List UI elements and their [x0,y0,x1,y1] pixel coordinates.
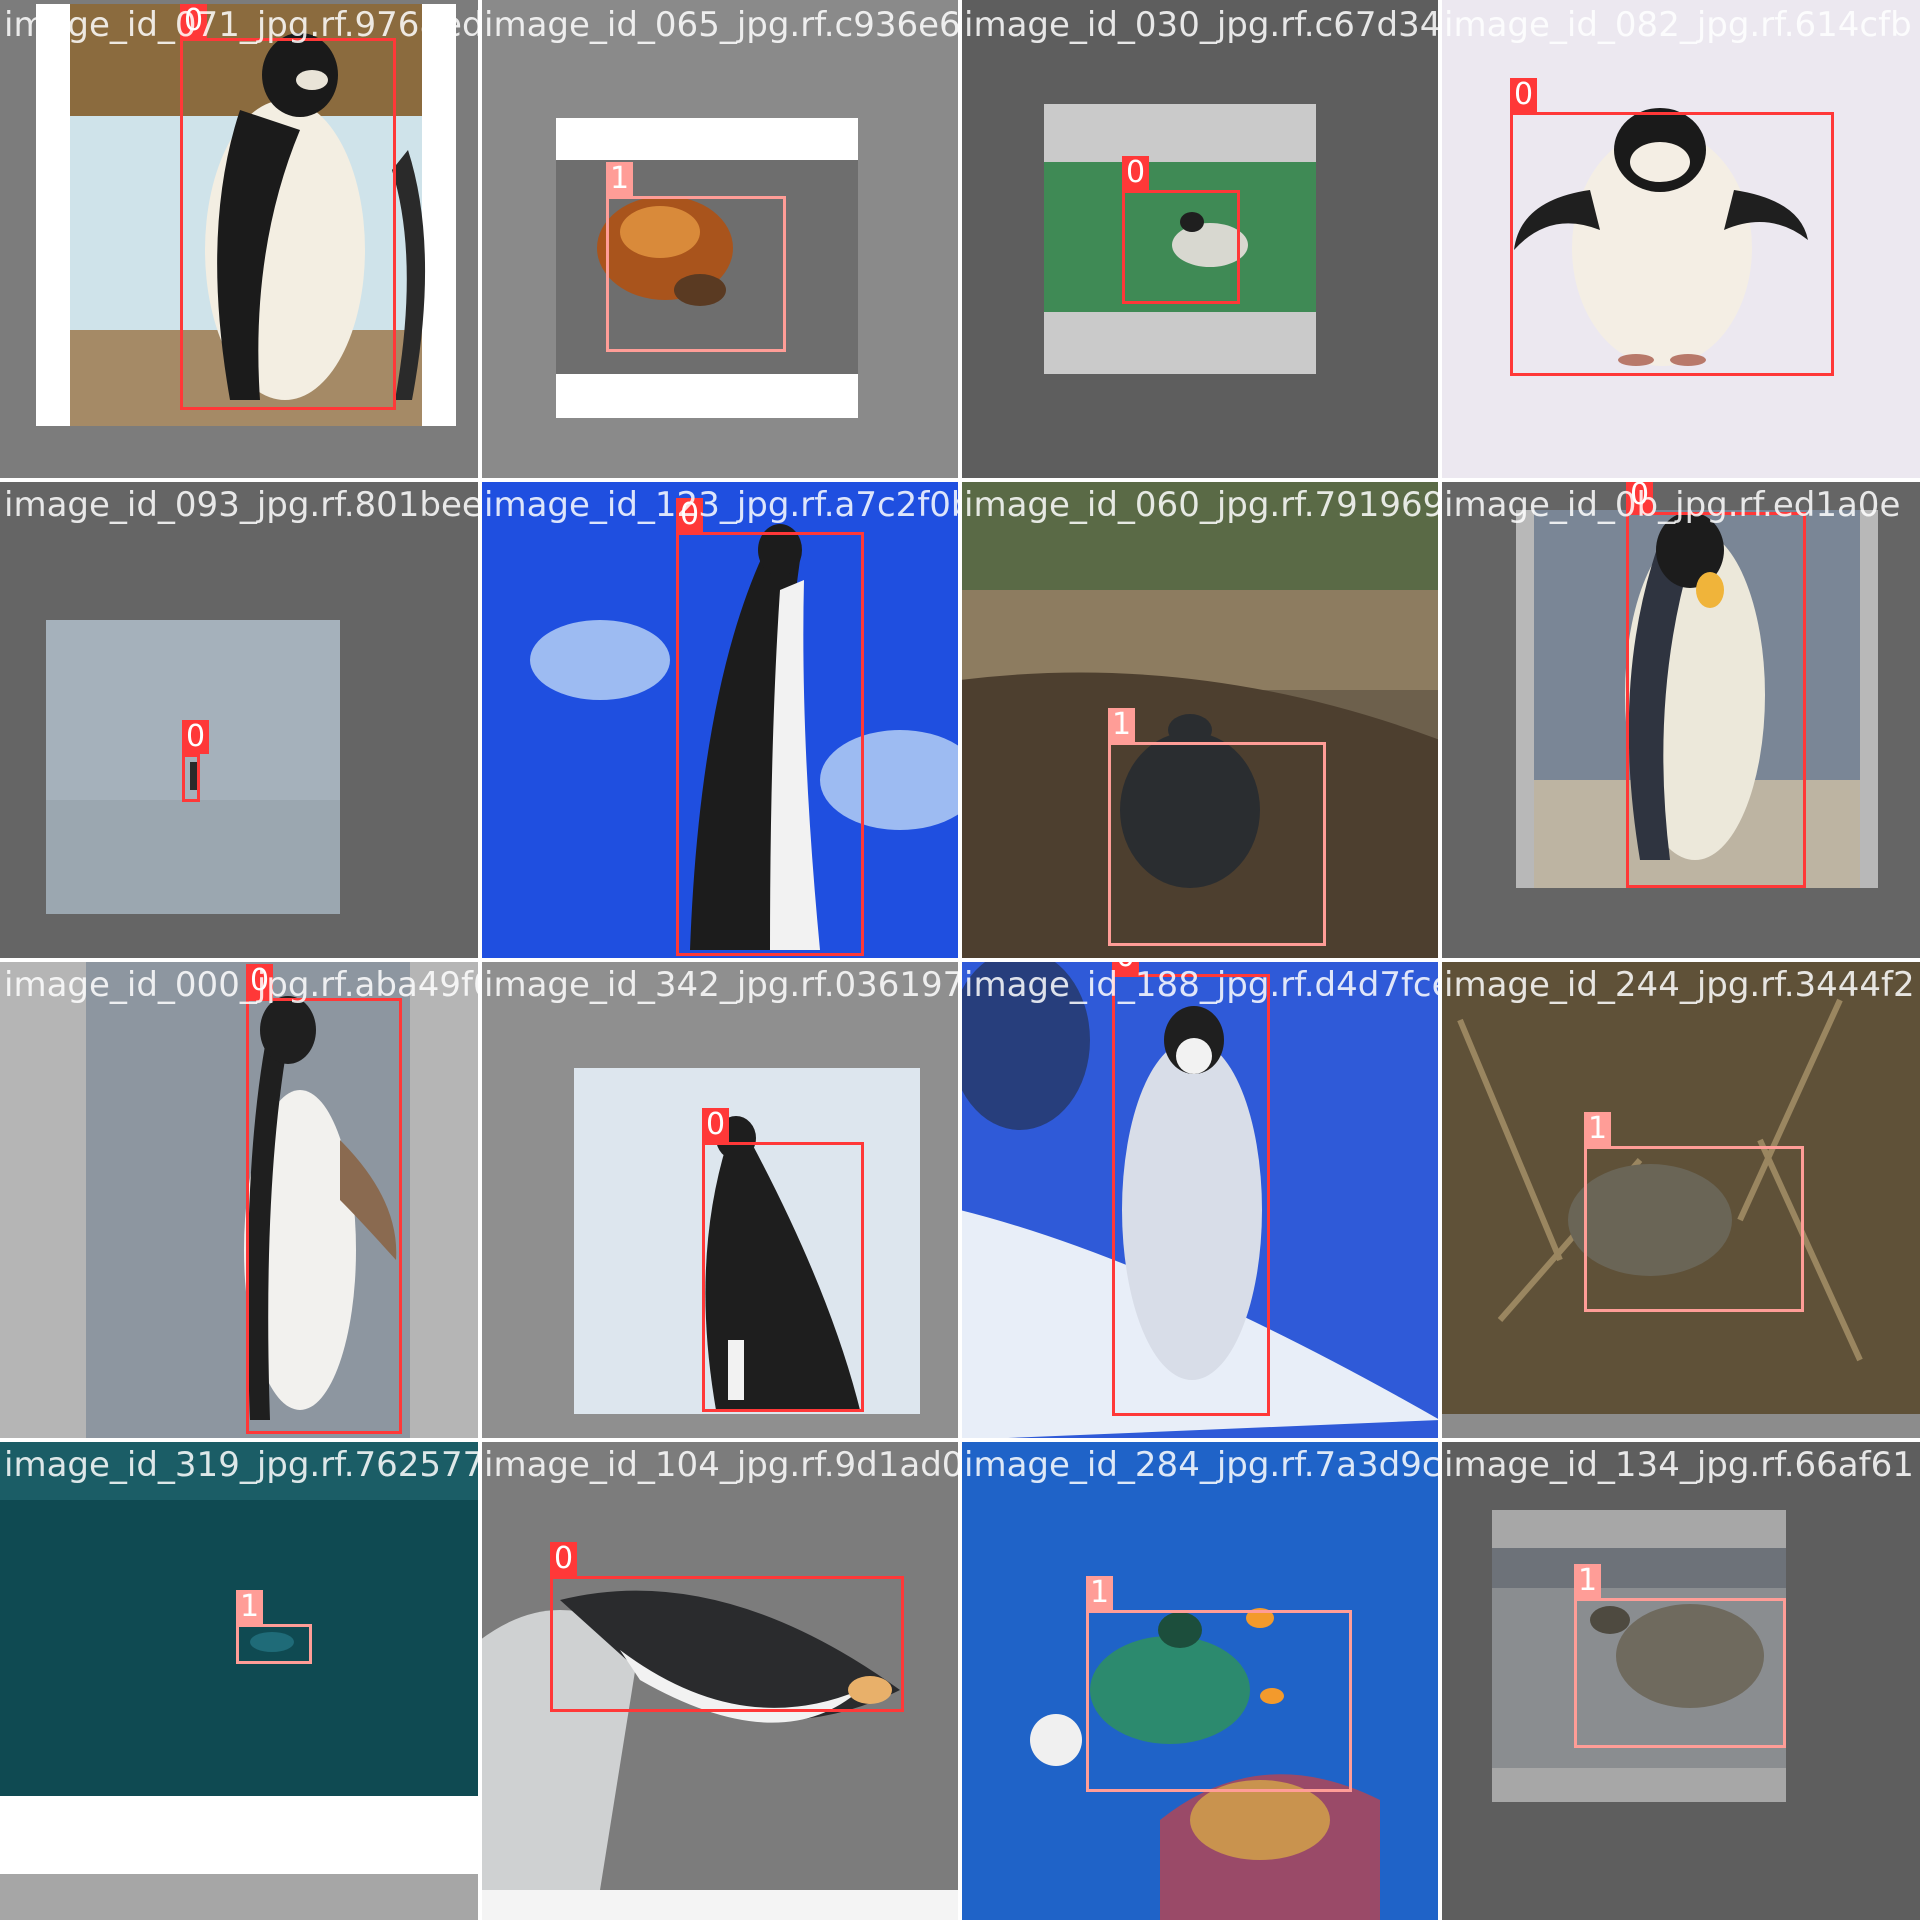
class-label: 0 [182,720,210,754]
mosaic-tile-turtle: image_id_060_jpg.rf.791969fb7998700460 1 [960,480,1440,960]
mosaic-tile-penguin: image_id_093_jpg.rf.801beeie0596 0 [0,480,480,960]
bounding-box-turtle: 1 [1108,708,1326,946]
turtle-photo [0,1440,480,1920]
class-label: 0 [1112,960,1140,974]
mosaic-tile-penguin: image_id_104_jpg.rf.9d1ad0f033663c627847… [480,1440,960,1920]
mosaic-tile-turtle: image_id_065_jpg.rf.c936e69e1e430e0251e … [480,0,960,480]
class-label: 0 [1626,480,1654,512]
mosaic-tile-penguin: image_id_188_jpg.rf.d4d7fcef255ac46d2449… [960,960,1440,1440]
class-label: 0 [180,4,208,38]
training-batch-mosaic: image_id_071_jpg.rf.9768edd7845f81695823… [0,0,1920,1920]
mosaic-tile-turtle: image_id_319_jpg.rf.7625777b6391a7d451f8… [0,1440,480,1920]
mosaic-tile-penguin: image_id_071_jpg.rf.9768edd7845f81695823… [0,0,480,480]
mosaic-tile-penguin: image_id_030_jpg.rf.c67d34eadf67cd558234… [960,0,1440,480]
penguin-photo [0,960,480,1440]
class-label: 0 [702,1108,730,1142]
bounding-box-turtle: 1 [1086,1576,1352,1792]
bounding-box-penguin: 0 [702,1108,864,1412]
class-label: 1 [606,162,634,196]
bounding-box-penguin: 0 [1510,78,1834,376]
class-label: 0 [676,498,704,532]
bounding-box-turtle: 1 [1584,1112,1804,1312]
class-label: 0 [550,1542,578,1576]
bounding-box-penguin: 0 [1112,960,1270,1416]
bounding-box-penguin: 0 [182,720,210,802]
bounding-box-penguin: 0 [1626,480,1806,888]
bounding-box-penguin: 0 [246,964,402,1434]
bounding-box-penguin: 0 [1122,156,1240,304]
mosaic-tile-turtle: image_id_134_jpg.rf.66af61 1 [1440,1440,1920,1920]
tile-separator [0,478,1920,482]
mosaic-tile-penguin: image_id_000_jpg.rf.aba49f0029176de7d2f … [0,960,480,1440]
tile-separator [0,958,1920,962]
bounding-box-turtle: 1 [236,1590,312,1664]
class-label: 1 [1108,708,1136,742]
class-label: 1 [1574,1564,1602,1598]
bounding-box-penguin: 0 [676,498,864,956]
penguin-photo [0,480,480,960]
mosaic-tile-turtle: image_id_244_jpg.rf.3444f2 1 [1440,960,1920,1440]
tile-separator [0,1438,1920,1442]
mosaic-tile-turtle: image_id_284_jpg.rf.7a3d9c07a46f395264d8… [960,1440,1440,1920]
mosaic-tile-penguin: image_id_0b_jpg.rf.ed1a0e 0 [1440,480,1920,960]
class-label: 1 [1086,1576,1114,1610]
class-label: 0 [1510,78,1538,112]
mosaic-tile-penguin: image_id_082_jpg.rf.614cfb 0 [1440,0,1920,480]
bounding-box-turtle: 1 [1574,1564,1786,1748]
bounding-box-penguin: 0 [180,4,396,410]
bounding-box-penguin: 0 [550,1542,904,1712]
class-label: 1 [1584,1112,1612,1146]
class-label: 1 [236,1590,264,1624]
mosaic-tile-penguin: image_id_342_jpg.rf.036197ea0955ff6548b0… [480,960,960,1440]
class-label: 0 [1122,156,1150,190]
bounding-box-turtle: 1 [606,162,786,352]
mosaic-tile-penguin: image_id_123_jpg.rf.a7c2f0bb45e9c4e6802c… [480,480,960,960]
class-label: 0 [246,964,274,998]
